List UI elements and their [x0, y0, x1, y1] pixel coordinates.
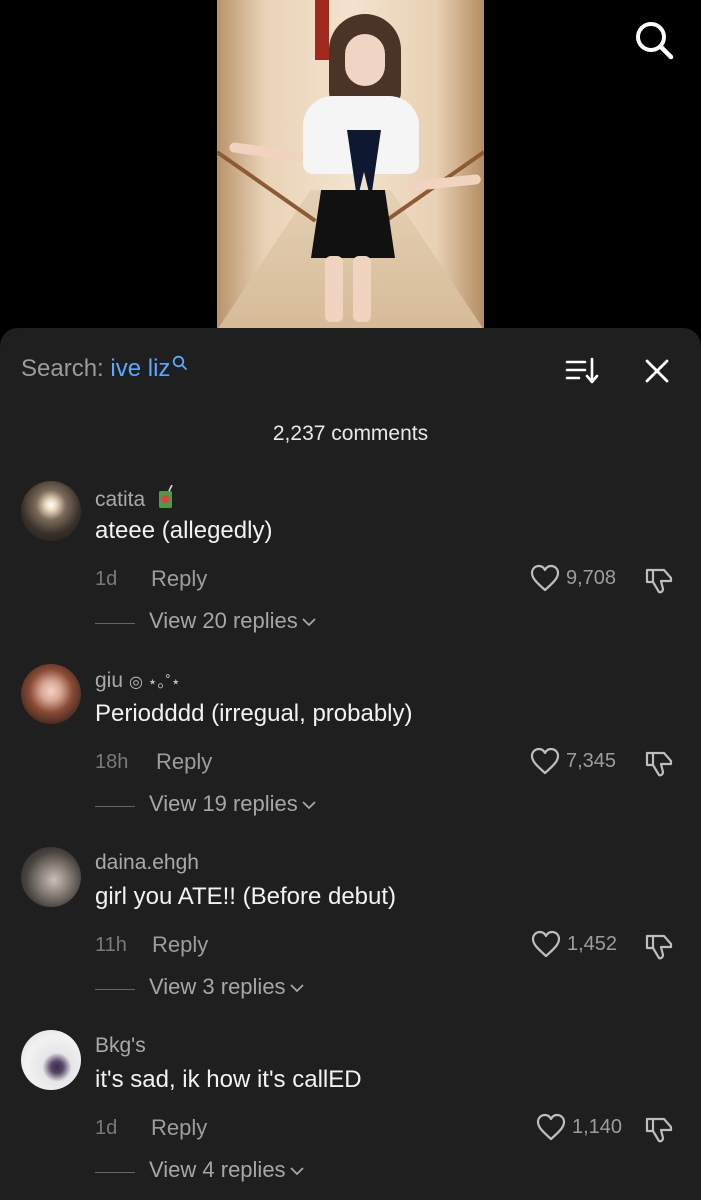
view-replies-button[interactable]: View 19 replies [149, 791, 316, 817]
heart-icon [531, 930, 561, 958]
like-button[interactable]: 9,708 [530, 563, 616, 593]
comment-item: Bkg's it's sad, ik how it's callED 1d Re… [0, 1030, 701, 1200]
username-text: daina.ehgh [95, 851, 199, 874]
view-replies-button[interactable]: View 3 replies [149, 974, 304, 1000]
comment-text: ateee (allegedly) [95, 517, 273, 544]
comment-text: Periodddd (irregual, probably) [95, 700, 413, 727]
comment-username[interactable]: giu ◎ ⋆｡˚⋆ [95, 668, 181, 693]
person-arm-right [402, 173, 482, 193]
comments-sheet: Search: ive liz 2,237 comments catita at… [0, 328, 701, 1200]
chevron-down-icon [289, 1167, 304, 1176]
like-count: 1,140 [572, 1115, 623, 1138]
like-button[interactable]: 1,140 [536, 1112, 622, 1142]
comment-item: daina.ehgh girl you ATE!! (Before debut)… [0, 847, 701, 1022]
heart-icon [536, 1113, 566, 1141]
close-icon [645, 359, 669, 383]
chevron-down-icon [289, 984, 304, 993]
username-decoration: ◎ ⋆｡˚⋆ [129, 674, 181, 691]
username-text: catita [95, 488, 146, 511]
divider-line [95, 1172, 135, 1173]
avatar[interactable] [21, 847, 81, 907]
person-bow [347, 130, 381, 200]
view-replies-button[interactable]: View 20 replies [149, 608, 316, 634]
heart-icon [530, 564, 560, 592]
divider-line [95, 623, 135, 624]
avatar[interactable] [21, 481, 81, 541]
comment-text: girl you ATE!! (Before debut) [95, 883, 397, 910]
chevron-down-icon [302, 801, 316, 810]
dislike-icon[interactable] [644, 748, 674, 778]
divider-line [95, 989, 135, 990]
person-leg-left [325, 256, 343, 322]
view-replies-label: View 4 replies [149, 1157, 286, 1182]
dislike-icon[interactable] [644, 1114, 674, 1144]
hallway-door [315, 0, 329, 60]
like-button[interactable]: 1,452 [531, 929, 617, 959]
heart-icon [530, 747, 560, 775]
comment-time: 1d [95, 1117, 118, 1139]
search-button[interactable] [632, 18, 676, 62]
juice-box-icon [159, 485, 173, 508]
video-area[interactable] [0, 0, 701, 330]
search-prefix: Search: [21, 355, 111, 382]
like-count: 1,452 [567, 932, 618, 955]
like-count: 9,708 [566, 566, 617, 589]
comments-header: Search: ive liz [0, 328, 701, 408]
username-text: Bkg's [95, 1034, 146, 1057]
comment-username[interactable]: Bkg's [95, 1034, 146, 1058]
search-suggestion[interactable]: Search: ive liz [21, 355, 188, 383]
chevron-down-icon [302, 618, 316, 627]
sort-button[interactable] [564, 354, 600, 388]
avatar[interactable] [21, 664, 81, 724]
view-replies-label: View 20 replies [149, 608, 298, 633]
search-icon [173, 355, 188, 370]
dislike-icon[interactable] [644, 931, 674, 961]
comment-item: giu ◎ ⋆｡˚⋆ Periodddd (irregual, probably)… [0, 664, 701, 839]
dislike-icon[interactable] [644, 565, 674, 595]
divider-line [95, 806, 135, 807]
like-count: 7,345 [566, 749, 617, 772]
view-replies-label: View 19 replies [149, 791, 298, 816]
view-replies-label: View 3 replies [149, 974, 286, 999]
view-replies-button[interactable]: View 4 replies [149, 1157, 304, 1183]
video-thumbnail[interactable] [217, 0, 484, 330]
search-icon [636, 22, 674, 60]
comment-text: it's sad, ik how it's callED [95, 1066, 362, 1093]
person-skirt [311, 190, 395, 258]
person-leg-right [353, 256, 371, 322]
username-text: giu [95, 669, 124, 692]
comment-username[interactable]: daina.ehgh [95, 851, 199, 875]
comment-time: 18h [95, 751, 129, 773]
person-face [345, 34, 385, 86]
reply-button[interactable]: Reply [152, 932, 208, 958]
reply-button[interactable]: Reply [151, 566, 207, 592]
sort-icon [565, 357, 599, 384]
comment-time: 1d [95, 568, 118, 590]
close-button[interactable] [640, 354, 674, 388]
comment-time: 11h [95, 934, 127, 956]
comment-username[interactable]: catita [95, 485, 175, 512]
search-term[interactable]: ive liz [110, 355, 170, 382]
avatar[interactable] [21, 1030, 81, 1090]
comments-count: 2,237 comments [272, 422, 429, 445]
reply-button[interactable]: Reply [156, 749, 212, 775]
comment-item: catita ateee (allegedly) 1d Reply 9,708 … [0, 481, 701, 656]
reply-button[interactable]: Reply [151, 1115, 207, 1141]
like-button[interactable]: 7,345 [530, 746, 616, 776]
